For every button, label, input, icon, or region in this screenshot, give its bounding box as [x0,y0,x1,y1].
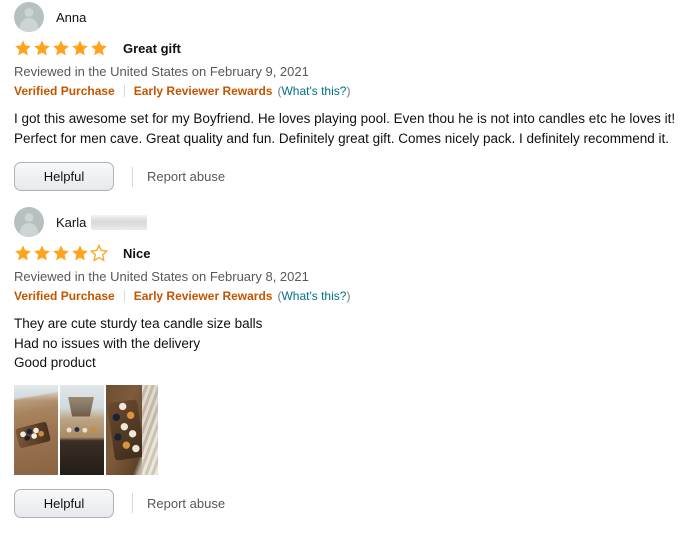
review-spacer [0,191,696,205]
review-actions: Helpful Report abuse [14,162,682,191]
review-badges: Verified Purchase Early Reviewer Rewards… [14,83,682,99]
early-reviewer-rewards-badge[interactable]: Early Reviewer Rewards [134,288,273,304]
review-date: Reviewed in the United States on Februar… [14,64,309,79]
review-image-thumbnail[interactable] [106,384,158,475]
review-image-thumbnail[interactable] [60,384,104,475]
thumbnail-highlight [14,384,58,401]
reviews-page: Anna Great gift Reviewed in the United S… [0,0,696,557]
avatar-body-shape [20,18,38,32]
review-title: Great gift [123,40,181,56]
whats-this-wrapper: (What's this?) [277,83,350,99]
review-body-line: Had no issues with the delivery [14,335,201,351]
verified-purchase-badge[interactable]: Verified Purchase [14,83,115,99]
report-abuse-link[interactable]: Report abuse [147,496,225,511]
review-date: Reviewed in the United States on Februar… [14,269,309,284]
paren-close: ) [346,289,351,303]
badge-divider [123,290,125,302]
report-abuse-link[interactable]: Report abuse [147,169,225,184]
badge-divider [123,85,125,97]
whats-this-wrapper: (What's this?) [277,288,350,304]
reviewer-name[interactable]: Karla [56,216,86,229]
review-body-line: Good product [14,355,96,370]
review-body-line: I got this awesome set for my Boyfriend.… [14,111,676,146]
helpful-button[interactable]: Helpful [14,488,114,518]
avatar-body-shape [20,223,38,237]
star-rating[interactable] [14,39,110,57]
avatar-head-shape [24,8,34,17]
review-body: They are cute sturdy tea candle size bal… [14,314,682,373]
review-image-strip [14,384,682,475]
avatar-head-shape [24,213,34,222]
action-divider [132,166,133,187]
reviewer-name[interactable]: Anna [56,11,86,24]
review-title: Nice [123,245,151,261]
thumbnail-candles-shape [107,398,145,461]
review-card: Karla Nice Reviewed in the United States… [0,205,696,518]
user-avatar-icon [14,207,44,237]
review-card: Anna Great gift Reviewed in the United S… [0,0,696,191]
paren-close: ) [346,84,351,98]
early-reviewer-rewards-badge[interactable]: Early Reviewer Rewards [134,83,273,99]
rating-row: Nice [14,242,682,264]
user-avatar-icon [14,2,44,32]
whats-this-link[interactable]: What's this? [281,289,346,303]
review-badges: Verified Purchase Early Reviewer Rewards… [14,288,682,304]
review-image-thumbnail[interactable] [14,384,58,475]
thumbnail-rug-shape [142,384,158,475]
reviewer-row: Karla [14,205,682,239]
helpful-button[interactable]: Helpful [14,162,114,191]
review-body: I got this awesome set for my Boyfriend.… [14,109,682,148]
review-body-line: They are cute sturdy tea candle size bal… [14,316,263,331]
whats-this-link[interactable]: What's this? [281,84,346,98]
redacted-lastname-bar [91,214,148,230]
verified-purchase-badge[interactable]: Verified Purchase [14,288,115,304]
action-divider [132,493,133,513]
review-actions: Helpful Report abuse [14,488,682,518]
rating-row: Great gift [14,37,682,59]
reviewer-row: Anna [14,0,682,34]
star-rating[interactable] [14,244,110,262]
